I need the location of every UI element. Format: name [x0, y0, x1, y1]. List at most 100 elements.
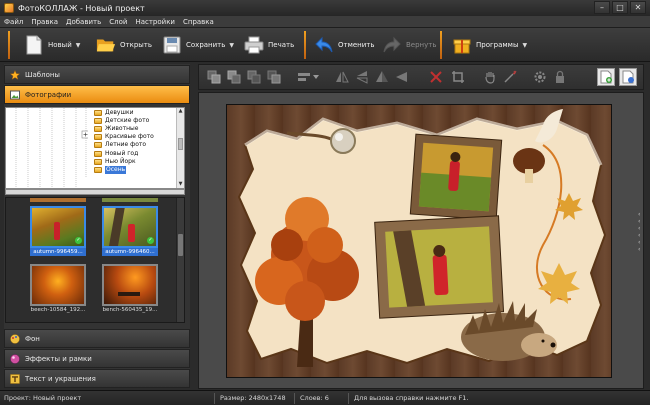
print-button[interactable]: Печать — [244, 32, 294, 58]
thumbnail-partial — [102, 198, 158, 202]
scroll-down-arrow-icon[interactable]: ▼ — [177, 181, 184, 188]
tree-vertical-scrollbar[interactable]: ▲ ▼ — [176, 108, 184, 188]
thumbnail-label: beech-10584_192... — [30, 307, 86, 313]
save-dropdown-icon[interactable]: ▼ — [229, 42, 234, 49]
menu-file[interactable]: Файл — [0, 16, 27, 28]
panel-expand-arrows[interactable]: ‹ ‹ ‹ ‹ ‹ ‹ — [638, 212, 640, 253]
minimize-button[interactable]: – — [594, 1, 610, 14]
status-bar: Проект: Новый проект Размер: 2480x1748 С… — [0, 390, 650, 405]
palette-icon — [10, 333, 20, 344]
close-button[interactable]: ✕ — [630, 1, 646, 14]
add-page-icon[interactable] — [597, 68, 615, 86]
bring-forward-icon[interactable] — [225, 68, 243, 86]
rotate-icon[interactable] — [393, 68, 411, 86]
templates-section-header[interactable]: Шаблоны — [4, 65, 190, 84]
templates-label: Шаблоны — [25, 70, 60, 79]
crop-icon[interactable] — [449, 68, 467, 86]
page-settings-icon[interactable] — [619, 68, 637, 86]
chevron-left-icon[interactable]: ‹ — [638, 247, 640, 253]
hand-move-icon[interactable] — [481, 68, 499, 86]
status-layers: Слоев: 6 — [300, 394, 329, 402]
menu-settings[interactable]: Настройки — [131, 16, 179, 28]
tree-folder-item[interactable]: Животные — [94, 125, 154, 133]
collage-artwork — [237, 109, 607, 367]
toolbar-separator — [8, 31, 10, 59]
lock-icon[interactable] — [551, 68, 569, 86]
status-divider — [214, 393, 215, 404]
programs-label: Программы — [476, 41, 519, 49]
settings-gear-icon[interactable] — [531, 68, 549, 86]
menu-help[interactable]: Справка — [179, 16, 218, 28]
title-bar: ФотоКОЛЛАЖ - Новый проект – □ ✕ — [0, 0, 650, 16]
text-section-header[interactable]: Текст и украшения — [4, 369, 190, 388]
main-toolbar: Новый ▼ Открыть Сохранить ▼ Печать Отмен… — [0, 28, 650, 62]
scroll-thumb[interactable] — [178, 234, 183, 256]
tree-folder-item[interactable]: Красивые фото — [94, 133, 154, 141]
folder-tree[interactable]: Девушки Детские фото Животные Красивые ф… — [5, 107, 185, 189]
photo-thumbnails-grid: ✓ autumn-996459... ✓ autumn-996460... be… — [5, 197, 185, 323]
app-logo-icon — [4, 3, 14, 13]
thumbnail-label: bench-560435_19... — [102, 307, 158, 313]
star-icon — [10, 69, 20, 80]
scroll-up-arrow-icon[interactable]: ▲ — [177, 108, 184, 115]
effects-ball-icon — [10, 353, 20, 364]
gift-box-icon — [452, 35, 472, 55]
background-section-header[interactable]: Фон — [4, 329, 190, 348]
tree-folder-item-selected[interactable]: Осень — [94, 165, 154, 174]
delete-icon[interactable] — [427, 68, 445, 86]
open-button[interactable]: Открыть — [96, 32, 152, 58]
photo-thumbnail[interactable]: ✓ autumn-996460... — [102, 206, 158, 256]
folder-icon — [94, 134, 102, 141]
flip-vertical-icon[interactable] — [353, 68, 371, 86]
magic-wand-icon[interactable] — [501, 68, 519, 86]
programs-button[interactable]: Программы ▼ — [452, 32, 527, 58]
tree-folder-item[interactable]: Девушки — [94, 109, 154, 117]
flip-horizontal-icon[interactable] — [333, 68, 351, 86]
bring-to-front-icon[interactable] — [205, 68, 223, 86]
photo-thumbnail[interactable]: bench-560435_19... — [102, 264, 158, 314]
programs-dropdown-icon[interactable]: ▼ — [523, 42, 528, 49]
undo-label: Отменить — [338, 41, 375, 49]
mirror-icon[interactable] — [373, 68, 391, 86]
folder-icon — [94, 110, 102, 117]
send-to-back-icon[interactable] — [265, 68, 283, 86]
send-backward-icon[interactable] — [245, 68, 263, 86]
print-label: Печать — [268, 41, 295, 49]
tree-folder-item[interactable]: Нью Йорк — [94, 158, 154, 166]
photo-frame-top — [409, 133, 503, 221]
redo-button[interactable]: Вернуть — [382, 32, 436, 58]
collage-canvas[interactable] — [226, 104, 612, 378]
status-divider — [294, 393, 295, 404]
menu-layer[interactable]: Слой — [105, 16, 131, 28]
photo-thumbnail[interactable]: beech-10584_192... — [30, 264, 86, 314]
tree-folder-item[interactable]: Новый год — [94, 149, 154, 157]
align-dropdown-icon[interactable] — [295, 68, 321, 86]
redo-arrow-icon — [382, 35, 402, 55]
save-label: Сохранить — [186, 41, 226, 49]
open-label: Открыть — [120, 41, 152, 49]
status-divider — [348, 393, 349, 404]
thumbnails-scrollbar[interactable] — [176, 198, 184, 322]
effects-section-header[interactable]: Эффекты и рамки — [4, 349, 190, 368]
menu-edit[interactable]: Правка — [27, 16, 62, 28]
save-button[interactable]: Сохранить ▼ — [162, 32, 234, 58]
scroll-thumb[interactable] — [178, 138, 183, 150]
tree-horizontal-scrollbar[interactable] — [5, 189, 185, 195]
photos-section-header[interactable]: Фотографии — [4, 85, 190, 104]
new-document-icon — [24, 35, 44, 55]
new-button[interactable]: Новый ▼ — [24, 32, 80, 58]
photo-frame-bottom — [374, 215, 505, 319]
menu-bar: Файл Правка Добавить Слой Настройки Спра… — [0, 16, 650, 28]
folder-icon — [94, 142, 102, 149]
undo-button[interactable]: Отменить — [314, 32, 375, 58]
new-dropdown-icon[interactable]: ▼ — [76, 42, 81, 49]
printer-icon — [244, 35, 264, 55]
tree-folder-item[interactable]: Летние фото — [94, 141, 154, 149]
effects-label: Эффекты и рамки — [25, 354, 92, 363]
status-project: Проект: Новый проект — [4, 394, 82, 402]
undo-arrow-icon — [314, 35, 334, 55]
maximize-button[interactable]: □ — [612, 1, 628, 14]
photo-thumbnail[interactable]: ✓ autumn-996459... — [30, 206, 86, 256]
tree-folder-item[interactable]: Детские фото — [94, 117, 154, 125]
menu-add[interactable]: Добавить — [62, 16, 105, 28]
